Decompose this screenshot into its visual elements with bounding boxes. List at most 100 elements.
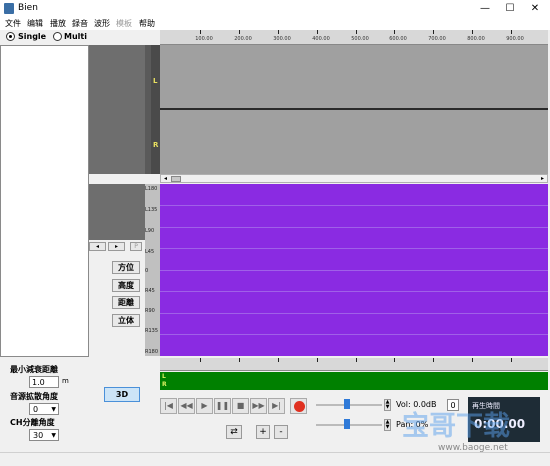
ruler-label: 800.00 xyxy=(467,36,485,42)
minus-button[interactable]: - xyxy=(274,425,288,439)
grid-line xyxy=(160,205,548,206)
min-decay-label: 最小減衰距離 xyxy=(10,365,58,374)
p-button[interactable]: P xyxy=(130,242,142,251)
level-meter: L R xyxy=(160,372,548,390)
ruler-tick xyxy=(394,30,395,34)
ch-separation-select[interactable]: 30 ▼ xyxy=(29,429,59,441)
ruler-tick xyxy=(356,30,357,34)
fast-forward-icon[interactable]: ▶▶ xyxy=(250,398,267,414)
title-bar xyxy=(0,0,550,17)
pan-slider-thumb[interactable] xyxy=(344,419,350,429)
track-overview xyxy=(89,45,145,174)
spread-label: 音源拡散角度 xyxy=(10,392,58,401)
angle-label: R180 xyxy=(145,349,159,355)
ch-separation-label: CH分離角度 xyxy=(10,418,55,427)
minimize-button[interactable]: — xyxy=(472,0,498,17)
ruler-tick xyxy=(200,30,201,34)
menu-template: 模板 xyxy=(116,19,132,28)
angle-label: 0 xyxy=(145,268,149,274)
grid-line xyxy=(160,291,548,292)
single-radio[interactable] xyxy=(6,32,15,41)
direction-button[interactable]: 方位 xyxy=(112,261,140,274)
waveform-scrollbar[interactable]: ◂ ▸ xyxy=(160,174,548,183)
stop-icon[interactable]: ■ xyxy=(232,398,249,414)
track-label-column xyxy=(151,45,160,174)
channel-divider xyxy=(160,108,548,110)
grid-line xyxy=(160,334,548,335)
pan-spinner[interactable]: ▲ ▼ xyxy=(384,419,391,431)
ruler-tick xyxy=(394,358,395,362)
angle-label: L135 xyxy=(145,207,158,213)
plus-button[interactable]: + xyxy=(256,425,270,439)
ruler-label: 400.00 xyxy=(312,36,330,42)
angle-label: R90 xyxy=(145,308,155,314)
menu-record[interactable]: 録音 xyxy=(72,18,88,29)
menu-help[interactable]: 帮助 xyxy=(139,18,155,29)
ruler-tick xyxy=(200,358,201,362)
angle-view[interactable] xyxy=(160,184,548,356)
ruler-label: 900.00 xyxy=(506,36,524,42)
source-list[interactable] xyxy=(0,45,89,357)
angle-overview xyxy=(89,184,145,240)
min-decay-unit: m xyxy=(62,377,69,385)
ruler-tick xyxy=(317,358,318,362)
grid-line xyxy=(160,248,548,249)
pause-icon[interactable]: ❚❚ xyxy=(214,398,231,414)
skip-start-icon[interactable]: |◀ xyxy=(160,398,177,414)
loop-icon[interactable]: ⇄ xyxy=(226,425,242,439)
status-bar xyxy=(0,452,550,466)
maximize-button[interactable]: ☐ xyxy=(497,0,523,17)
angle-label: R135 xyxy=(145,328,159,334)
3d-button[interactable]: 3D xyxy=(104,387,140,402)
scroll-right-icon[interactable]: ▸ xyxy=(538,175,547,184)
single-label: Single xyxy=(18,32,47,41)
next-icon[interactable]: ▸ xyxy=(108,242,125,251)
level-left-label: L xyxy=(162,373,166,380)
rewind-icon[interactable]: ◀◀ xyxy=(178,398,195,414)
grid-line xyxy=(160,227,548,228)
menu-waveform[interactable]: 波形 xyxy=(94,18,110,29)
chevron-down-icon: ▼ xyxy=(51,432,56,439)
spread-select[interactable]: 0 ▼ xyxy=(29,403,59,415)
record-icon xyxy=(294,401,305,412)
ruler-tick xyxy=(278,358,279,362)
height-button[interactable]: 高度 xyxy=(112,279,140,292)
ruler-tick xyxy=(239,358,240,362)
angle-label: L45 xyxy=(145,249,155,255)
ruler-tick xyxy=(511,358,512,362)
prev-icon[interactable]: ◂ xyxy=(89,242,106,251)
ruler-label: 600.00 xyxy=(389,36,407,42)
volume-slider-thumb[interactable] xyxy=(344,399,350,409)
spread-value: 0 xyxy=(33,405,39,414)
ruler-tick xyxy=(317,30,318,34)
min-decay-input[interactable]: 1.0 xyxy=(29,376,59,388)
scroll-left-icon[interactable]: ◂ xyxy=(161,175,170,184)
ruler-tick xyxy=(278,30,279,34)
menu-file[interactable]: 文件 xyxy=(5,18,21,29)
watermark-text: 宝哥下载 xyxy=(402,411,510,442)
ruler-label: 200.00 xyxy=(234,36,252,42)
close-button[interactable]: ✕ xyxy=(522,0,548,17)
ruler-tick xyxy=(433,30,434,34)
skip-end-icon[interactable]: ▶| xyxy=(268,398,285,414)
play-icon[interactable]: ▶ xyxy=(196,398,213,414)
distance-button[interactable]: 距離 xyxy=(112,296,140,309)
waveform-view[interactable] xyxy=(160,45,548,174)
app-icon xyxy=(4,3,14,14)
angle-label: R45 xyxy=(145,288,155,294)
scroll-thumb[interactable] xyxy=(171,176,181,182)
track-right-label: R xyxy=(153,141,159,149)
stereo-button[interactable]: 立体 xyxy=(112,314,140,327)
ruler-label: 700.00 xyxy=(428,36,446,42)
ruler-tick xyxy=(239,30,240,34)
multi-label: Multi xyxy=(64,32,87,41)
multi-radio[interactable] xyxy=(53,32,62,41)
record-button[interactable] xyxy=(290,398,307,414)
level-right-label: R xyxy=(162,381,167,388)
ruler-label: 500.00 xyxy=(351,36,369,42)
menu-edit[interactable]: 编辑 xyxy=(27,18,43,29)
ruler-tick xyxy=(433,358,434,362)
ruler-tick xyxy=(472,30,473,34)
menu-play[interactable]: 播放 xyxy=(50,18,66,29)
volume-spinner[interactable]: ▲ ▼ xyxy=(384,399,391,411)
